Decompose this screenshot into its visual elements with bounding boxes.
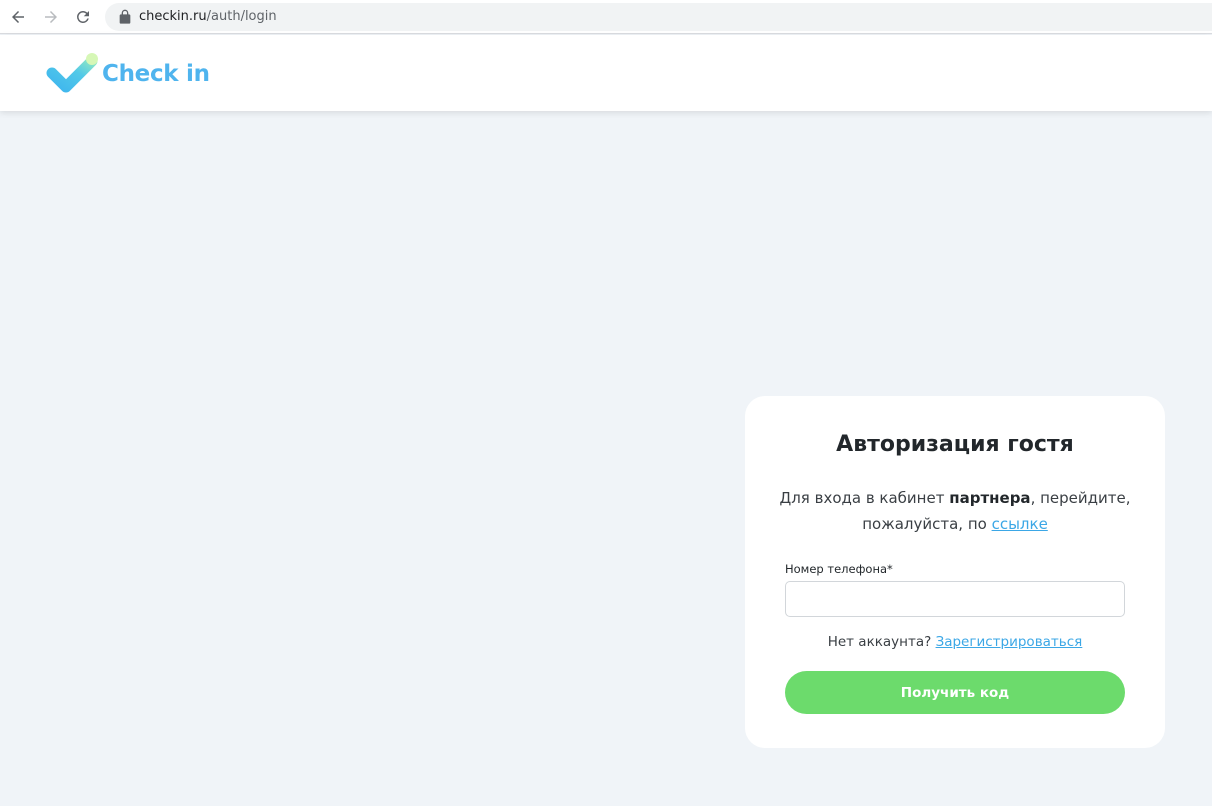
partner-hint-bold: партнера <box>949 489 1031 507</box>
url-path: /auth/login <box>206 9 277 24</box>
partner-hint-text: Для входа в кабинет <box>779 489 950 507</box>
partner-hint: Для входа в кабинет партнера, перейдите,… <box>775 485 1135 537</box>
reload-button[interactable] <box>71 5 95 29</box>
back-button[interactable] <box>6 5 30 29</box>
checkmark-logo-icon <box>46 53 98 93</box>
card-title: Авторизация гостя <box>836 432 1074 457</box>
reload-icon <box>77 11 89 23</box>
logo[interactable]: Check in <box>46 51 210 97</box>
site-header: Check in <box>0 35 1212 111</box>
address-bar[interactable]: checkin.ru/auth/login <box>105 3 1212 31</box>
get-code-button[interactable]: Получить код <box>785 671 1125 714</box>
phone-label: Номер телефона* <box>785 562 893 576</box>
lock-icon <box>119 9 131 24</box>
no-account-text: Нет аккаунта? <box>827 634 936 650</box>
browser-toolbar: checkin.ru/auth/login <box>0 0 1212 34</box>
register-line: Нет аккаунта? Зарегистрироваться <box>745 634 1165 650</box>
forward-button[interactable] <box>39 5 63 29</box>
arrow-right-icon <box>45 11 57 23</box>
register-link[interactable]: Зарегистрироваться <box>936 634 1083 650</box>
logo-text: Check in <box>102 61 210 87</box>
partner-link[interactable]: ссылке <box>992 515 1048 533</box>
phone-input[interactable] <box>785 581 1125 617</box>
login-card: Авторизация гостя Для входа в кабинет па… <box>745 396 1165 748</box>
arrow-left-icon <box>12 11 24 23</box>
url-text: checkin.ru/auth/login <box>139 9 277 25</box>
url-host: checkin.ru <box>139 9 207 24</box>
